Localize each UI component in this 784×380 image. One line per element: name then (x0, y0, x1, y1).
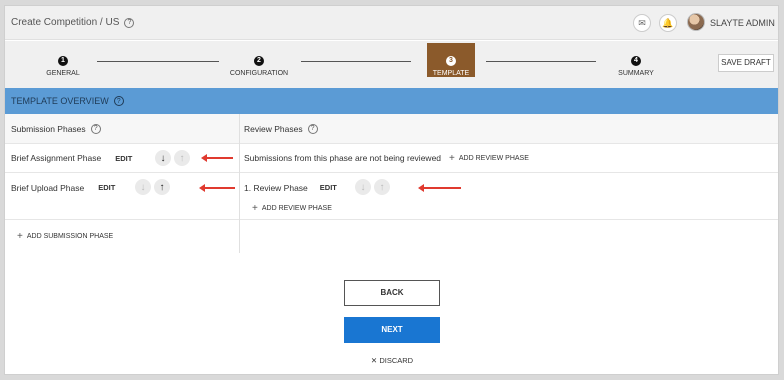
column-divider (239, 114, 240, 253)
move-up-icon[interactable]: ↑ (154, 179, 170, 195)
review-phase-name: 1. Review Phase (244, 182, 308, 193)
edit-button[interactable]: EDIT (320, 183, 337, 192)
add-review-phase-button[interactable]: + ADD REVIEW PHASE (449, 153, 529, 164)
add-review-phase-label: ADD REVIEW PHASE (261, 204, 332, 212)
plus-icon: + (252, 202, 258, 214)
step-label: GENERAL (46, 70, 80, 77)
step-number: 4 (631, 55, 641, 66)
step-number: 3 (446, 55, 456, 66)
reorder-controls: ↓ ↑ (135, 179, 170, 195)
discard-label: DISCARD (379, 356, 414, 365)
annotation-arrow (418, 184, 461, 192)
breadcrumb: Create Competition / US ? (11, 17, 135, 28)
reorder-controls: ↓ ↑ (155, 150, 190, 166)
top-bar: Create Competition / US ? ✉ 🔔 SLAYTE ADM… (5, 6, 778, 40)
step-connector (301, 61, 411, 62)
review-phases-header: Review Phases ? (244, 114, 318, 143)
table-row: Brief Assignment Phase EDIT ↓ ↑ Submissi… (5, 144, 778, 173)
section-title: TEMPLATE OVERVIEW (11, 96, 109, 106)
back-button[interactable]: BACK (344, 280, 440, 306)
submission-phase-cell: Brief Upload Phase EDIT (11, 173, 115, 202)
save-draft-button[interactable]: SAVE DRAFT (718, 54, 774, 72)
next-button[interactable]: NEXT (344, 317, 440, 343)
no-review-text: Submissions from this phase are not bein… (244, 153, 442, 163)
step-configuration[interactable]: 2 CONFIGURATION (229, 49, 289, 77)
help-icon[interactable]: ? (124, 17, 135, 28)
table-header-row: Submission Phases ? Review Phases ? (5, 114, 778, 144)
column-label: Review Phases (244, 123, 303, 134)
help-icon[interactable]: ? (113, 96, 124, 106)
submission-phases-header: Submission Phases ? (11, 114, 101, 143)
review-phase-cell: 1. Review Phase EDIT (244, 173, 337, 202)
app-window: Create Competition / US ? ✉ 🔔 SLAYTE ADM… (4, 5, 779, 375)
help-icon[interactable]: ? (307, 123, 318, 134)
step-template[interactable]: 3 TEMPLATE (427, 43, 475, 77)
annotation-arrow (199, 184, 235, 192)
step-summary[interactable]: 4 SUMMARY (606, 49, 666, 77)
add-submission-phase-label: ADD SUBMISSION PHASE (26, 232, 114, 240)
add-review-phase-label: ADD REVIEW PHASE (458, 154, 529, 162)
add-review-phase-button[interactable]: + ADD REVIEW PHASE (252, 203, 332, 214)
template-overview-header: TEMPLATE OVERVIEW ? (5, 88, 778, 114)
bell-icon[interactable]: 🔔 (659, 14, 677, 32)
step-label: SUMMARY (618, 70, 654, 77)
review-phase-add-cell: + ADD REVIEW PHASE (252, 201, 332, 215)
phase-name: Brief Upload Phase (11, 182, 85, 193)
move-down-icon[interactable]: ↓ (355, 179, 371, 195)
phase-name: Brief Assignment Phase (11, 153, 102, 163)
inbox-icon[interactable]: ✉ (633, 14, 651, 32)
step-label: TEMPLATE (432, 70, 470, 77)
move-up-icon[interactable]: ↑ (174, 150, 190, 166)
move-up-icon[interactable]: ↑ (374, 179, 390, 195)
avatar[interactable] (687, 13, 705, 31)
add-submission-cell: + ADD SUBMISSION PHASE (17, 220, 113, 252)
add-submission-phase-button[interactable]: + ADD SUBMISSION PHASE (17, 231, 113, 242)
annotation-arrow (201, 154, 233, 162)
step-number: 1 (58, 55, 68, 66)
phases-table: Submission Phases ? Review Phases ? Brie… (5, 114, 778, 252)
edit-button[interactable]: EDIT (115, 154, 132, 163)
table-row: Brief Upload Phase EDIT ↓ ↑ 1. Review Ph… (5, 173, 778, 220)
user-name[interactable]: SLAYTE ADMIN (710, 18, 775, 28)
step-label: CONFIGURATION (229, 70, 289, 77)
table-row: + ADD SUBMISSION PHASE (5, 220, 778, 252)
move-down-icon[interactable]: ↓ (135, 179, 151, 195)
step-connector (486, 61, 596, 62)
plus-icon: + (449, 152, 455, 164)
review-phase-cell: Submissions from this phase are not bein… (244, 144, 529, 172)
step-general[interactable]: 1 GENERAL (33, 49, 93, 77)
help-icon[interactable]: ? (90, 123, 101, 134)
column-label: Submission Phases (11, 123, 86, 134)
stepper: 1 GENERAL 2 CONFIGURATION 3 TEMPLATE 4 S… (5, 41, 778, 88)
step-connector (97, 61, 219, 62)
plus-icon: + (17, 230, 23, 242)
breadcrumb-text: Create Competition / US (11, 17, 120, 28)
submission-phase-cell: Brief Assignment Phase EDIT (11, 144, 132, 172)
discard-button[interactable]: ✕ DISCARD (344, 356, 440, 365)
reorder-controls: ↓ ↑ (355, 179, 390, 195)
move-down-icon[interactable]: ↓ (155, 150, 171, 166)
step-number: 2 (254, 55, 264, 66)
close-icon: ✕ (370, 356, 378, 365)
edit-button[interactable]: EDIT (98, 183, 115, 192)
